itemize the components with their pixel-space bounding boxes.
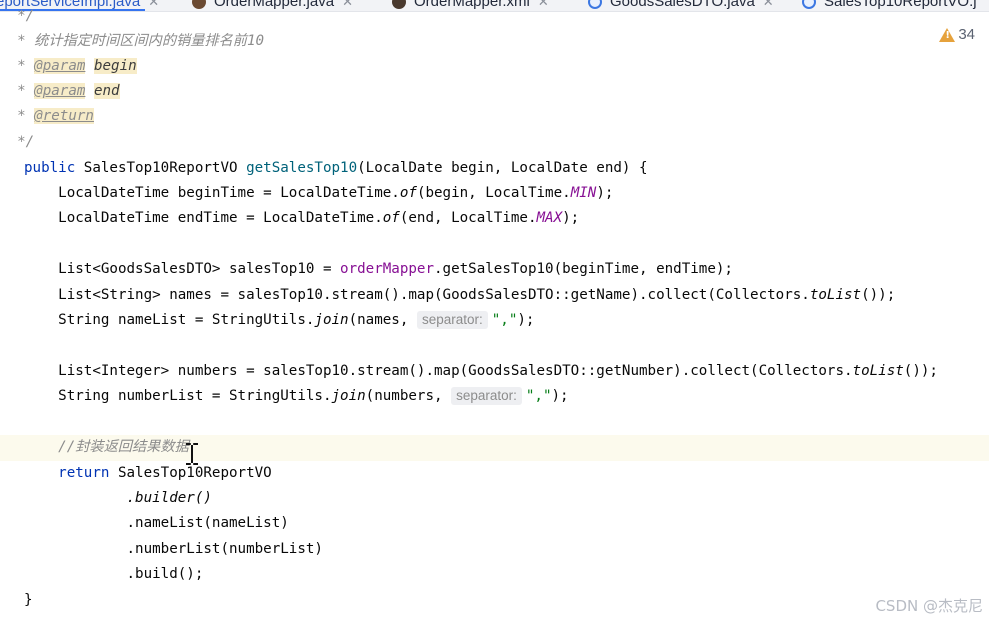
close-icon[interactable]: ✕ bbox=[148, 0, 159, 10]
code-text: List<Integer> numbers = salesTop10.strea… bbox=[24, 363, 853, 379]
static-method: toList bbox=[852, 363, 904, 379]
code-text: ); bbox=[596, 185, 614, 201]
param-name: begin bbox=[93, 58, 137, 74]
comment-text: * bbox=[0, 58, 35, 74]
code-text: List<GoodsSalesDTO> salesTop10 = bbox=[24, 261, 341, 277]
close-icon[interactable]: ✕ bbox=[763, 0, 774, 10]
code-text: (names, bbox=[348, 312, 417, 328]
tab-goods-sales-dto[interactable]: GoodsSalesDTO.java ✕ bbox=[588, 0, 774, 11]
static-field: MAX bbox=[536, 210, 563, 226]
field-name: orderMapper bbox=[340, 261, 435, 277]
parameter-hint: separator: bbox=[451, 387, 522, 405]
code-line: return SalesTop10ReportVO bbox=[24, 461, 272, 486]
code-text: (begin, LocalTime. bbox=[416, 185, 571, 201]
close-icon[interactable]: ✕ bbox=[342, 0, 353, 10]
tab-order-mapper-xml[interactable]: OrderMapper.xml ✕ bbox=[392, 0, 549, 11]
java-icon bbox=[192, 0, 206, 9]
tab-label: SalesTop10ReportVO.j bbox=[824, 0, 977, 10]
code-line: List<GoodsSalesDTO> salesTop10 = orderMa… bbox=[24, 257, 733, 282]
code-text: ()); bbox=[903, 363, 938, 379]
code-text: (LocalDate begin, LocalDate end) { bbox=[357, 160, 648, 176]
parameter-hint: separator: bbox=[416, 311, 488, 329]
code-line: List<String> names = salesTop10.stream()… bbox=[24, 283, 895, 308]
string-literal: "," bbox=[491, 312, 518, 328]
code-text: LocalDateTime beginTime = LocalDateTime. bbox=[24, 185, 400, 201]
static-method: join bbox=[314, 312, 349, 328]
code-text: ); bbox=[551, 388, 569, 404]
code-text: SalesTop10ReportVO bbox=[109, 465, 272, 481]
code-line: } bbox=[24, 592, 33, 608]
code-line: //封装返回结果数据 bbox=[24, 439, 189, 455]
code-text: LocalDateTime endTime = LocalDateTime. bbox=[24, 210, 383, 226]
code-text: (numbers, bbox=[365, 388, 452, 404]
code-line: public SalesTop10ReportVO getSalesTop10(… bbox=[24, 156, 648, 181]
code-text: ()); bbox=[861, 287, 896, 303]
code-line: */ bbox=[0, 134, 35, 150]
tab-label: OrderMapper.xml bbox=[414, 0, 530, 10]
text-cursor-icon bbox=[186, 443, 198, 465]
code-text: ); bbox=[562, 210, 580, 226]
code-line: */ bbox=[0, 8, 35, 24]
code-line: String nameList = StringUtils.join(names… bbox=[24, 308, 534, 333]
class-icon bbox=[802, 0, 816, 9]
javadoc-tag: @return bbox=[34, 108, 94, 124]
javadoc-tag: @param bbox=[34, 58, 86, 74]
code-text: String nameList = StringUtils. bbox=[24, 312, 315, 328]
method-name: getSalesTop10 bbox=[246, 160, 358, 176]
code-text: .builder() bbox=[24, 490, 212, 506]
code-line: .build(); bbox=[24, 566, 204, 582]
warnings-indicator[interactable]: 34 bbox=[939, 26, 975, 43]
code-line: * @param begin bbox=[0, 54, 137, 79]
warning-icon bbox=[939, 27, 956, 42]
code-text: String numberList = StringUtils. bbox=[24, 388, 332, 404]
code-line: List<Integer> numbers = salesTop10.strea… bbox=[24, 359, 938, 384]
code-text: List<String> names = salesTop10.stream()… bbox=[24, 287, 810, 303]
comment-text: * bbox=[0, 108, 35, 124]
code-line: .numberList(numberList) bbox=[24, 541, 323, 557]
code-text: .getSalesTop10(beginTime, endTime); bbox=[434, 261, 733, 277]
code-text: (end, LocalTime. bbox=[399, 210, 537, 226]
warning-count: 34 bbox=[958, 26, 975, 43]
static-method: join bbox=[331, 388, 366, 404]
param-name: end bbox=[93, 83, 120, 99]
javadoc-tag: @param bbox=[34, 83, 86, 99]
keyword: public bbox=[24, 160, 76, 176]
tab-label: OrderMapper.java bbox=[214, 0, 335, 10]
static-method: of bbox=[399, 185, 417, 201]
static-method: toList bbox=[809, 287, 862, 303]
code-text: SalesTop10ReportVO bbox=[75, 160, 247, 176]
code-line: * @return bbox=[0, 104, 94, 129]
code-line: * @param end bbox=[0, 79, 120, 104]
keyword: return bbox=[24, 465, 110, 481]
code-text: ); bbox=[517, 312, 535, 328]
class-icon bbox=[588, 0, 602, 9]
code-line: * 统计指定时间区间内的销量排名前10 bbox=[0, 33, 265, 49]
tab-order-mapper-java[interactable]: OrderMapper.java ✕ bbox=[192, 0, 353, 11]
code-line: LocalDateTime endTime = LocalDateTime.of… bbox=[24, 206, 579, 231]
code-line: LocalDateTime beginTime = LocalDateTime.… bbox=[24, 181, 613, 206]
string-literal: "," bbox=[525, 388, 552, 404]
static-method: of bbox=[382, 210, 400, 226]
close-icon[interactable]: ✕ bbox=[538, 0, 549, 10]
static-field: MIN bbox=[570, 185, 597, 201]
code-line: .nameList(nameList) bbox=[24, 515, 289, 531]
xml-icon bbox=[392, 0, 406, 9]
watermark: CSDN @杰克尼 bbox=[875, 597, 983, 615]
editor-tab-bar: eportServiceImpl.java ✕ OrderMapper.java… bbox=[0, 0, 989, 12]
tab-sales-top10-report-vo[interactable]: SalesTop10ReportVO.j bbox=[802, 0, 977, 11]
tab-label: GoodsSalesDTO.java bbox=[610, 0, 755, 10]
code-line: .builder() bbox=[24, 486, 212, 511]
code-line: String numberList = StringUtils.join(num… bbox=[24, 384, 569, 409]
comment-text: * bbox=[0, 83, 35, 99]
